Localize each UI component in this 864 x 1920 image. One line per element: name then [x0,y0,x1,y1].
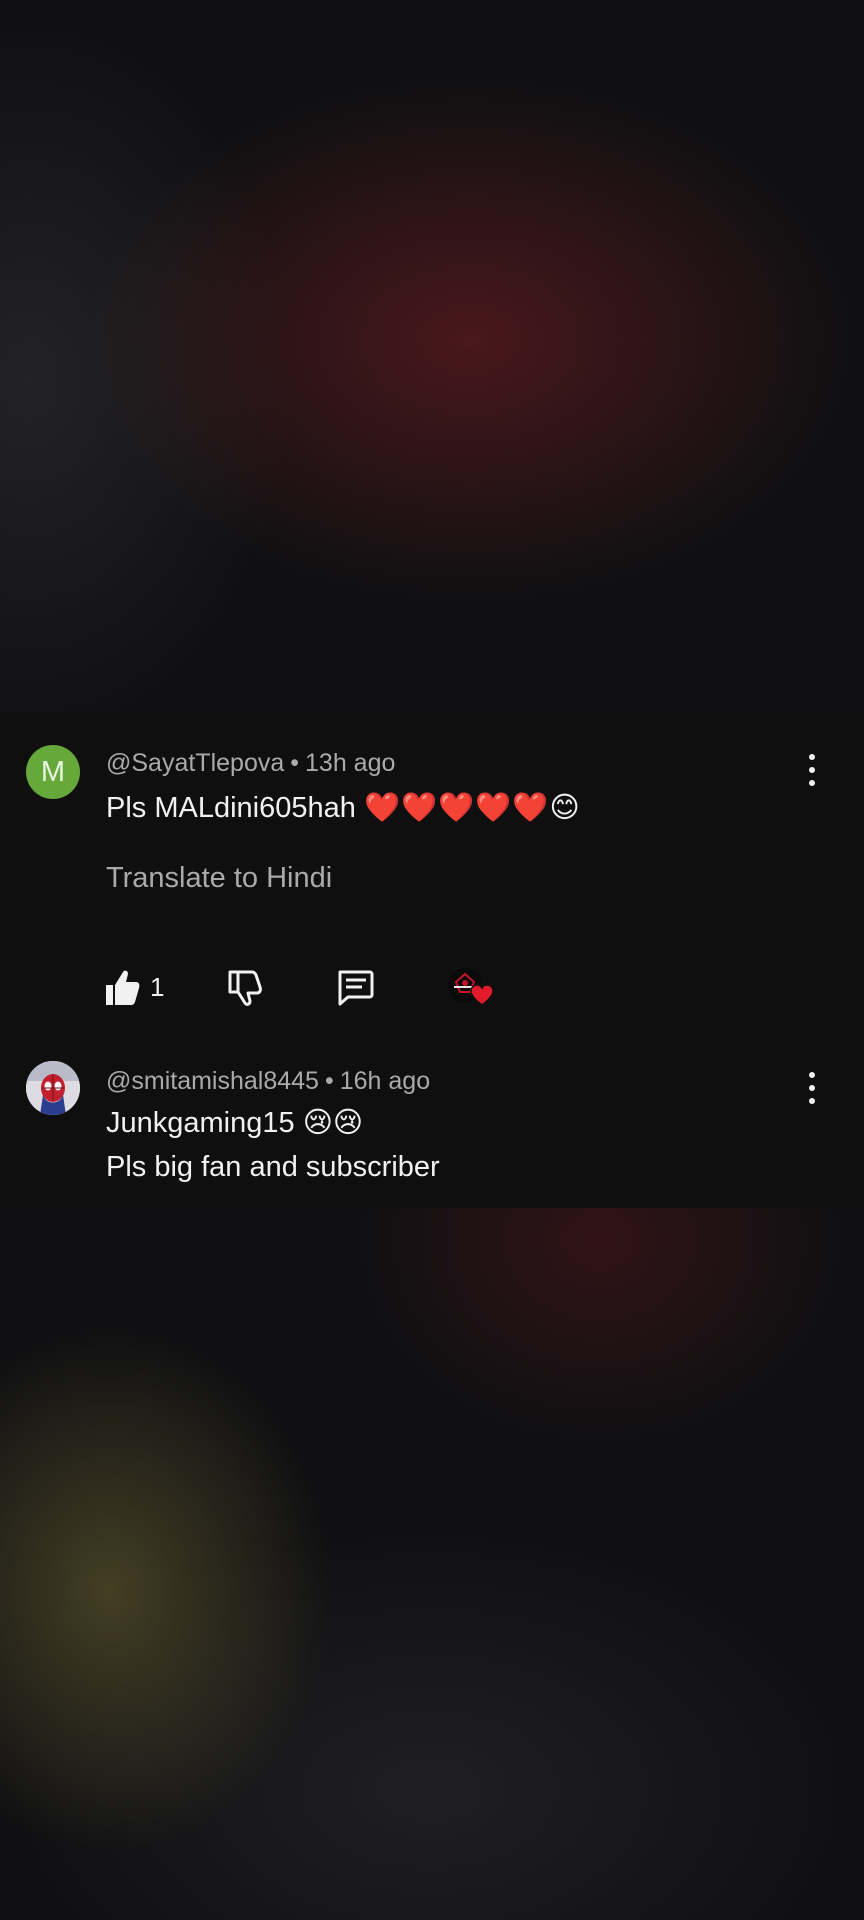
more-options-icon [809,754,815,760]
more-options-icon-dot [809,1085,815,1091]
comment-text-main: Junkgaming15 [106,1107,295,1139]
more-options-button[interactable] [796,1066,828,1110]
comment-emojis: ❤️❤️❤️❤️❤️😊 [363,792,581,824]
comment-text: Pls MALdini605hah ❤️❤️❤️❤️❤️😊 [106,790,581,825]
comment-meta: @SayatTlepova • 13h ago [106,749,395,778]
avatar[interactable]: M [26,745,80,799]
more-options-icon-dot [809,780,815,786]
like-count: 1 [150,972,165,1002]
comment-time: 16h ago [339,1067,431,1095]
more-options-icon-dot [809,767,815,773]
like-icon [106,970,140,1005]
comment-text-main: Pls MALdini605hah [106,792,356,824]
comment-emojis: 😢😢 [302,1107,364,1139]
dislike-icon [228,970,262,1006]
more-options-button[interactable] [796,748,828,792]
comment-meta: @smitamishal8445 • 16h ago [106,1067,430,1096]
dislike-button[interactable] [225,962,269,1012]
author-handle[interactable]: @smitamishal8445 [106,1067,319,1095]
comment-time: 13h ago [305,749,396,777]
comments-panel: M @SayatTlepova • 13h ago Pls MALdini605ha… [0,712,864,1208]
author-handle[interactable]: @SayatTlepova [106,749,284,777]
more-options-icon-dot [809,1098,815,1104]
translate-link[interactable]: Translate to Hindi [106,862,332,895]
comment-text-line: Pls big fan and subscriber [106,1151,440,1183]
comment-actions: 1 [0,962,864,1022]
separator-dot: • [290,749,300,777]
reply-button[interactable] [335,962,379,1012]
heart-badge-icon [470,984,494,1006]
reply-icon [338,970,374,1006]
comment-text-line: Junkgaming15 😢😢 [106,1105,363,1140]
avatar[interactable] [26,1061,80,1115]
more-options-icon [809,1072,815,1078]
separator-dot: • [324,1067,334,1095]
spiderman-avatar-icon [26,1061,80,1115]
like-button[interactable]: 1 [104,962,164,1012]
creator-heart-button[interactable] [448,962,496,1012]
